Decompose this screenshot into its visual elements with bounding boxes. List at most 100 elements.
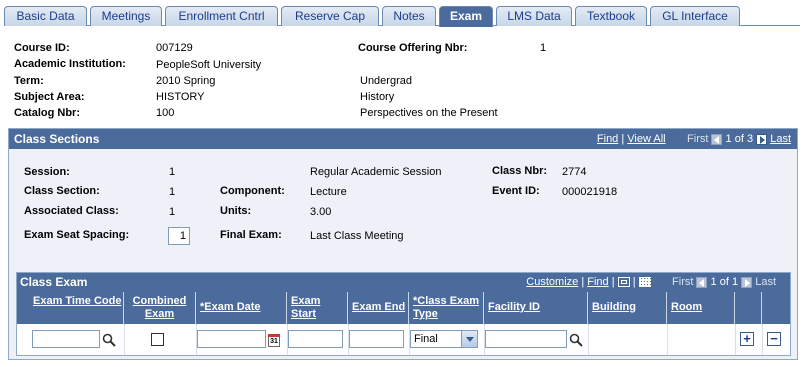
class-exam-type-select[interactable]: Final (410, 330, 478, 348)
class-sections-nav: Find | View All First 1 of 3 Last (597, 129, 791, 149)
record-range: 1 of 3 (725, 133, 754, 145)
col-exam-start[interactable]: Exam Start (287, 292, 348, 324)
class-exam-grid: Class Exam Customize | Find | | First 1 … (16, 272, 791, 356)
col-facility-id[interactable]: Facility ID (484, 292, 588, 324)
class-sections-title: Class Sections (14, 132, 100, 146)
exam-end-input[interactable] (349, 330, 404, 348)
column-divider (735, 324, 736, 355)
session-desc: Regular Academic Session (310, 166, 442, 178)
units-label: Units: (220, 205, 252, 217)
event-id-label: Event ID: (492, 185, 540, 197)
associated-class-value: 1 (169, 206, 176, 218)
catalog-label: Catalog Nbr: (14, 107, 80, 119)
class-sections-header: Class Sections Find | View All First 1 o… (9, 129, 797, 149)
view-all-link[interactable]: View All (627, 133, 665, 145)
chevron-down-icon[interactable] (461, 331, 477, 347)
col-exam-end[interactable]: Exam End (348, 292, 409, 324)
session-label: Session: (24, 166, 70, 178)
tab-lms-data[interactable]: LMS Data (496, 6, 572, 26)
class-exam-header: Class Exam Customize | Find | | First 1 … (17, 273, 790, 292)
course-offering-label: Course Offering Nbr: (358, 42, 468, 54)
view-grid-icon[interactable] (617, 277, 630, 288)
add-row-button[interactable]: + (740, 332, 754, 346)
calendar-day: 31 (270, 338, 278, 345)
previous-arrow-icon (711, 133, 723, 145)
record-range: 1 of 1 (710, 276, 739, 288)
facility-id-search-icon[interactable] (569, 333, 583, 347)
class-exam-column-headers: Exam Time Code Combined Exam *Exam Date … (17, 292, 790, 324)
tab-textbook[interactable]: Textbook (575, 6, 647, 26)
col-room[interactable]: Room (667, 292, 735, 324)
tab-enrollment-cntrl[interactable]: Enrollment Cntrl (165, 6, 278, 26)
separator: | (611, 276, 615, 288)
col-exam-date[interactable]: *Exam Date (196, 292, 287, 324)
customize-link[interactable]: Customize (526, 276, 578, 288)
column-divider (124, 324, 125, 355)
tab-exam[interactable]: Exam (439, 6, 493, 27)
exam-start-input[interactable] (288, 330, 343, 348)
page-tabs: Basic Data Meetings Enrollment Cntrl Res… (4, 6, 800, 27)
next-arrow-icon (741, 276, 753, 288)
next-arrow-icon[interactable] (756, 133, 768, 145)
col-building[interactable]: Building (588, 292, 667, 324)
col-add (735, 292, 762, 324)
calendar-icon[interactable]: 31 (268, 334, 280, 347)
col-remove (762, 292, 791, 324)
exam-seat-spacing-input[interactable] (168, 227, 190, 245)
component-value: Lecture (310, 186, 347, 198)
final-exam-label: Final Exam: (220, 229, 282, 241)
download-grid-icon[interactable] (638, 277, 651, 288)
col-class-exam-type[interactable]: *Class Exam Type (409, 292, 484, 324)
last-link[interactable]: Last (770, 133, 791, 145)
first-label: First (672, 276, 694, 288)
catalog-value: 100 (156, 107, 175, 119)
last-label: Last (755, 276, 776, 288)
tab-notes[interactable]: Notes (382, 6, 436, 26)
class-section-label: Class Section: (24, 185, 100, 197)
class-exam-find-link[interactable]: Find (587, 276, 608, 288)
course-offering-value: 1 (540, 42, 547, 54)
col-exam-time-code[interactable]: Exam Time Code (29, 292, 124, 324)
career-value: Undergrad (360, 75, 412, 87)
subject-value: HISTORY (156, 91, 205, 103)
separator: | (632, 276, 636, 288)
course-id-value: 007129 (156, 42, 193, 54)
column-divider (588, 324, 589, 355)
units-value: 3.00 (310, 206, 332, 218)
first-label: First (687, 133, 709, 145)
exam-time-code-input[interactable] (32, 330, 100, 348)
institution-value: PeopleSoft University (156, 59, 262, 71)
col-combined-exam[interactable]: Combined Exam (124, 292, 196, 324)
final-exam-value: Last Class Meeting (310, 230, 404, 242)
subject-desc: History (360, 91, 395, 103)
class-exam-row: 31 Final + − (17, 324, 790, 355)
catalog-desc: Perspectives on the Present (360, 107, 498, 119)
previous-arrow-icon (696, 276, 708, 288)
class-exam-nav: Customize | Find | | First 1 of 1 Last (526, 276, 776, 288)
tab-gl-interface[interactable]: GL Interface (650, 6, 740, 26)
term-value: 2010 Spring (156, 75, 216, 87)
tab-meetings[interactable]: Meetings (90, 6, 162, 26)
combined-exam-checkbox[interactable] (151, 333, 164, 346)
column-divider (667, 324, 668, 355)
institution-label: Academic Institution: (14, 58, 126, 70)
subject-label: Subject Area: (14, 91, 85, 103)
exam-date-input[interactable] (197, 330, 266, 348)
associated-class-label: Associated Class: (24, 205, 119, 217)
column-divider (762, 324, 763, 355)
class-nbr-value: 2774 (562, 166, 587, 178)
course-id-label: Course ID: (14, 42, 70, 54)
session-value: 1 (169, 166, 176, 178)
facility-id-input[interactable] (485, 330, 567, 348)
component-label: Component: (220, 185, 285, 197)
separator: | (621, 133, 625, 145)
exam-time-code-search-icon[interactable] (102, 333, 116, 347)
exam-seat-spacing-label: Exam Seat Spacing: (24, 229, 130, 241)
class-sections-find-link[interactable]: Find (597, 133, 618, 145)
tab-reserve-cap[interactable]: Reserve Cap (281, 6, 379, 26)
separator: | (581, 276, 585, 288)
delete-row-button[interactable]: − (767, 332, 781, 346)
tab-basic-data[interactable]: Basic Data (4, 6, 87, 26)
class-section-value: 1 (169, 186, 176, 198)
class-exam-title: Class Exam (20, 275, 88, 289)
